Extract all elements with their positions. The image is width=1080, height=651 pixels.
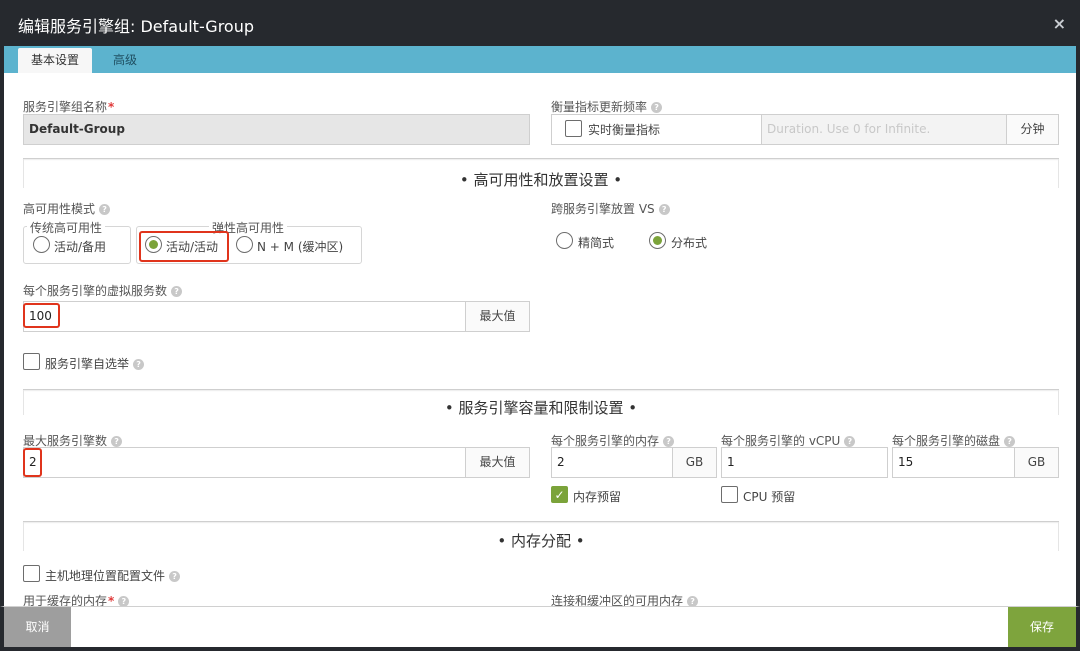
tab-basic-settings[interactable]: 基本设置 [18, 48, 93, 73]
memory-per-se-label-text: 每个服务引擎的内存 [551, 434, 660, 448]
tab-advanced[interactable]: 高级 [100, 48, 150, 73]
active-active-radio[interactable] [145, 236, 162, 253]
modal-content: 服务引擎组名称* Default-Group 衡量指标更新频率? 实时衡量指标 … [0, 73, 1080, 606]
help-icon[interactable]: ? [1004, 436, 1016, 447]
section-title-memory: • 内存分配 • [497, 532, 585, 550]
compact-radio[interactable] [556, 232, 573, 249]
host-geo-profile-label-text: 主机地理位置配置文件 [45, 569, 166, 583]
vs-per-se-label: 每个服务引擎的虚拟服务数? [23, 282, 183, 299]
modal-footer: 取消 保存 [0, 606, 1080, 651]
disk-per-se-input[interactable]: 15 [892, 447, 1015, 478]
vcpu-per-se-label-text: 每个服务引擎的 vCPU [721, 434, 841, 448]
vs-per-se-max-button[interactable]: 最大值 [466, 301, 530, 332]
cache-memory-label-text: 用于缓存的内存 [23, 594, 108, 606]
cache-memory-label: 用于缓存的内存*? [23, 592, 130, 606]
conn-buffer-memory-label: 连接和缓冲区的可用内存? [551, 592, 699, 606]
metrics-frequency-label: 衡量指标更新频率? [551, 98, 663, 115]
ha-mode-label: 高可用性模式? [23, 200, 111, 217]
help-icon[interactable]: ? [687, 596, 699, 606]
disk-per-se-label-text: 每个服务引擎的磁盘 [892, 434, 1001, 448]
host-geo-profile-label: 主机地理位置配置文件? [45, 567, 181, 584]
vs-per-se-label-text: 每个服务引擎的虚拟服务数 [23, 284, 168, 298]
highlight-box [23, 303, 60, 328]
modal-title: 编辑服务引擎组: Default-Group [18, 17, 255, 36]
legacy-ha-legend: 传统高可用性 [27, 219, 106, 236]
help-icon[interactable]: ? [111, 436, 123, 447]
conn-buffer-memory-label-text: 连接和缓冲区的可用内存 [551, 594, 684, 606]
vs-placement-label: 跨服务引擎放置 VS? [551, 200, 670, 217]
max-se-input[interactable]: 2 [23, 447, 466, 478]
duration-unit: 分钟 [1007, 114, 1059, 145]
help-icon[interactable]: ? [169, 571, 181, 582]
modal-title-bar: 编辑服务引擎组: Default-Group × [0, 0, 1080, 46]
active-standby-radio[interactable] [33, 236, 50, 253]
se-self-election-label-text: 服务引擎自选举 [45, 357, 130, 371]
memory-reserve-label: 内存预留 [573, 490, 622, 504]
duration-input[interactable]: Duration. Use 0 for Infinite. [761, 114, 1007, 145]
help-icon[interactable]: ? [658, 204, 670, 215]
required-mark: * [108, 594, 115, 606]
disk-unit: GB [1015, 447, 1059, 478]
active-standby-label: 活动/备用 [54, 240, 107, 254]
realtime-metrics-label: 实时衡量指标 [588, 123, 661, 137]
help-icon[interactable]: ? [99, 204, 111, 215]
help-icon[interactable]: ? [133, 359, 145, 370]
group-name-label: 服务引擎组名称* [23, 98, 114, 115]
realtime-metrics-checkbox[interactable] [565, 120, 582, 137]
max-se-max-button[interactable]: 最大值 [466, 447, 530, 478]
duration-placeholder: Duration. Use 0 for Infinite. [767, 122, 931, 136]
memory-per-se-input[interactable]: 2 [551, 447, 673, 478]
cpu-reserve-label: CPU 预留 [743, 490, 796, 504]
compact-label: 精简式 [578, 236, 615, 250]
n-plus-m-radio[interactable] [236, 236, 253, 253]
help-icon[interactable]: ? [844, 436, 856, 447]
section-divider-memory [23, 521, 1059, 522]
help-icon[interactable]: ? [651, 102, 663, 113]
group-name-input[interactable]: Default-Group [23, 114, 530, 145]
active-active-label: 活动/活动 [166, 240, 219, 254]
distributed-label: 分布式 [671, 236, 708, 250]
help-icon[interactable]: ? [663, 436, 675, 447]
tab-bar: 基本设置 高级 [0, 46, 1080, 73]
vcpu-per-se-input[interactable]: 1 [721, 447, 888, 478]
section-divider-capacity [23, 389, 1059, 390]
memory-reserve-checkbox[interactable]: ✓ [551, 486, 568, 503]
n-plus-m-label: N + M (缓冲区) [257, 240, 344, 254]
vs-per-se-input[interactable]: 100 [23, 301, 466, 332]
help-icon[interactable]: ? [171, 286, 183, 297]
required-mark: * [108, 100, 115, 114]
ha-mode-label-text: 高可用性模式 [23, 202, 96, 216]
host-geo-profile-checkbox[interactable] [23, 565, 40, 582]
metrics-frequency-label-text: 衡量指标更新频率 [551, 100, 648, 114]
vs-placement-label-text: 跨服务引擎放置 VS [551, 202, 655, 216]
cancel-button[interactable]: 取消 [4, 607, 71, 647]
distributed-radio[interactable] [649, 232, 666, 249]
cpu-reserve-checkbox[interactable] [721, 486, 738, 503]
highlight-box [23, 448, 42, 477]
section-divider-ha [23, 158, 1059, 159]
section-title-capacity: • 服务引擎容量和限制设置 • [444, 399, 638, 417]
se-self-election-checkbox[interactable] [23, 353, 40, 370]
group-name-label-text: 服务引擎组名称 [23, 100, 108, 114]
section-title-ha: • 高可用性和放置设置 • [459, 171, 623, 189]
memory-unit: GB [673, 447, 717, 478]
se-self-election-label: 服务引擎自选举? [45, 355, 145, 372]
close-icon[interactable]: × [1053, 14, 1066, 33]
help-icon[interactable]: ? [118, 596, 130, 606]
save-button[interactable]: 保存 [1008, 607, 1076, 647]
max-se-label-text: 最大服务引擎数 [23, 434, 108, 448]
